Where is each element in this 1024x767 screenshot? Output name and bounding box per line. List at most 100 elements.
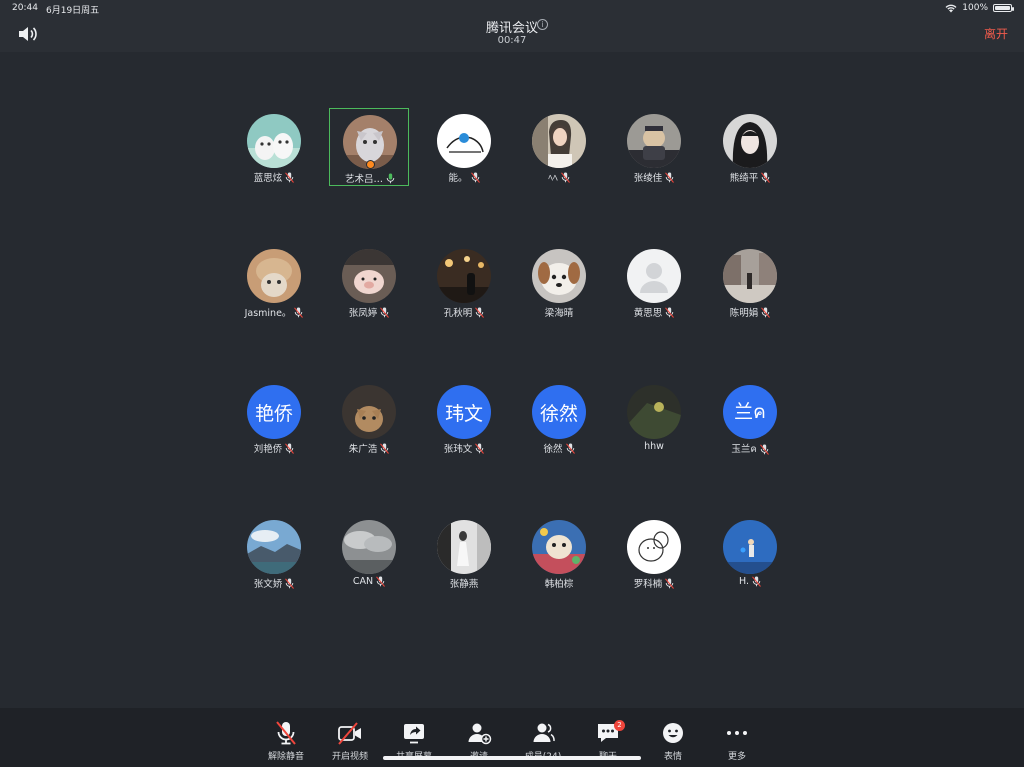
participant-tile[interactable]: CAN [329,514,409,592]
battery-icon [993,4,1014,12]
participant-name: 张绫佳 [633,173,663,184]
unmute-button[interactable]: 解除静音 [256,714,316,764]
mic-muted-icon [475,306,485,318]
avatar: 徐然 [532,385,586,439]
participant-tile[interactable]: 朱广浩 [329,379,409,457]
participant-name: 张凤婷 [348,308,378,319]
participant-name-row: 徐然 [509,441,609,455]
participant-tile[interactable]: 兰ค 玉兰ค [710,379,790,457]
participant-tile[interactable]: 张文娇 [234,514,314,592]
status-bar: 20:44 6月19日周五 100% [0,0,1024,17]
participant-tile[interactable]: 韩柏棕 [519,514,599,592]
mic-muted-icon [759,443,769,455]
participant-tile[interactable]: 艺术吕… [329,108,409,186]
mic-muted-icon [475,442,485,454]
avatar [437,249,491,303]
mic-muted-icon [470,171,480,183]
participant-tile[interactable]: 黄思思 [614,243,694,321]
avatar [247,114,301,168]
info-icon[interactable]: i [537,19,548,30]
participant-tile[interactable]: 徐然 徐然 [519,379,599,457]
avatar [723,520,777,574]
avatar [627,385,681,439]
participant-tile[interactable]: 熊绮平 [710,108,790,186]
participant-name-row: 张玮文 [414,441,514,455]
participant-tile[interactable]: 罗科楠 [614,514,694,592]
participant-tile[interactable]: 蓝思炫 [234,108,314,186]
participant-tile[interactable]: 梁海晴 [519,243,599,321]
participant-name: 梁海晴 [544,308,574,319]
avatar [627,114,681,168]
participant-name-row: 玉兰ค [700,441,800,457]
meeting-header: 腾讯会议 i 00:47 离开 [0,17,1024,52]
emoji-icon [663,723,683,743]
wifi-icon [945,4,957,12]
participant-name-row: 黄思思 [604,305,704,319]
participant-name: 蓝思炫 [253,173,283,184]
avatar [247,249,301,303]
mic-muted-icon [665,171,675,183]
mic-muted-icon [376,576,386,587]
participant-name: 熊绮平 [729,173,759,184]
participant-name: 张玮文 [443,444,473,455]
participant-name: ﾍﾍ [548,173,558,184]
participant-name: 徐然 [543,444,563,455]
participant-name: 孔秋明 [443,308,473,319]
camera-off-icon [338,722,361,745]
participant-name-row: 朱广浩 [319,441,419,455]
participant-name: 罗科楠 [633,579,663,590]
participant-name: 艺术吕… [344,174,383,185]
participant-tile[interactable]: 玮文张玮文 [424,379,504,457]
mic-muted-icon [665,577,675,589]
chat-unread-badge: 2 [614,720,625,731]
leave-button[interactable]: 离开 [984,25,1008,42]
avatar: 艳侨 [247,385,301,439]
participant-tile[interactable]: 陈明娟 [710,243,790,321]
participant-tile[interactable]: 张凤婷 [329,243,409,321]
participant-name: 张静燕 [449,579,479,590]
participant-tile[interactable]: Jasmine。 [234,243,314,321]
avatar: 玮文 [437,385,491,439]
mic-muted-icon [294,306,304,318]
participant-name-row: 张绫佳 [604,170,704,184]
mic-muted-icon [276,721,296,745]
participant-tile[interactable]: 艳侨刘艳侨 [234,379,314,457]
mic-muted-icon [380,442,390,454]
more-button[interactable]: 更多 [707,714,767,764]
avatar [532,249,586,303]
mic-muted-icon [565,442,575,454]
more-icon [727,731,747,735]
avatar: 兰ค [723,385,777,439]
participant-name-row: 孔秋明 [414,305,514,319]
participant-tile[interactable]: 孔秋明 [424,243,504,321]
avatar [437,114,491,168]
mic-active-icon [386,173,395,184]
video-button[interactable]: 开启视频 [320,714,380,764]
more-label: 更多 [727,752,746,762]
participant-tile[interactable]: 能。 [424,108,504,186]
status-right: 100% [945,3,1014,13]
video-label: 开启视频 [331,752,368,762]
participant-name: 刘艳侨 [253,444,283,455]
participant-tile[interactable]: 张绫佳 [614,108,694,186]
unmute-label: 解除静音 [267,752,304,762]
participant-name-row: 张静燕 [414,576,514,590]
participant-name: H. [739,576,749,587]
participant-name-row: 韩柏棕 [509,576,609,590]
mic-muted-icon [752,576,761,587]
participant-tile[interactable]: hhw [614,379,694,457]
participant-name: 玉兰ค [731,444,757,455]
meeting-title: 腾讯会议 [485,21,538,36]
participant-tile[interactable]: H. [710,514,790,592]
participant-tile[interactable]: ﾍﾍ [519,108,599,186]
status-date: 6月19日周五 [46,6,100,16]
emoji-button[interactable]: 表情 [643,714,703,764]
home-indicator[interactable] [383,756,641,760]
participant-name-row: 陈明娟 [700,305,800,319]
avatar [723,114,777,168]
meeting-timer: 00:47 [497,35,527,46]
participant-name-row: ﾍﾍ [509,170,609,184]
participant-tile[interactable]: 张静燕 [424,514,504,592]
mic-muted-icon [380,306,390,318]
participant-name-row: 刘艳侨 [224,441,324,455]
